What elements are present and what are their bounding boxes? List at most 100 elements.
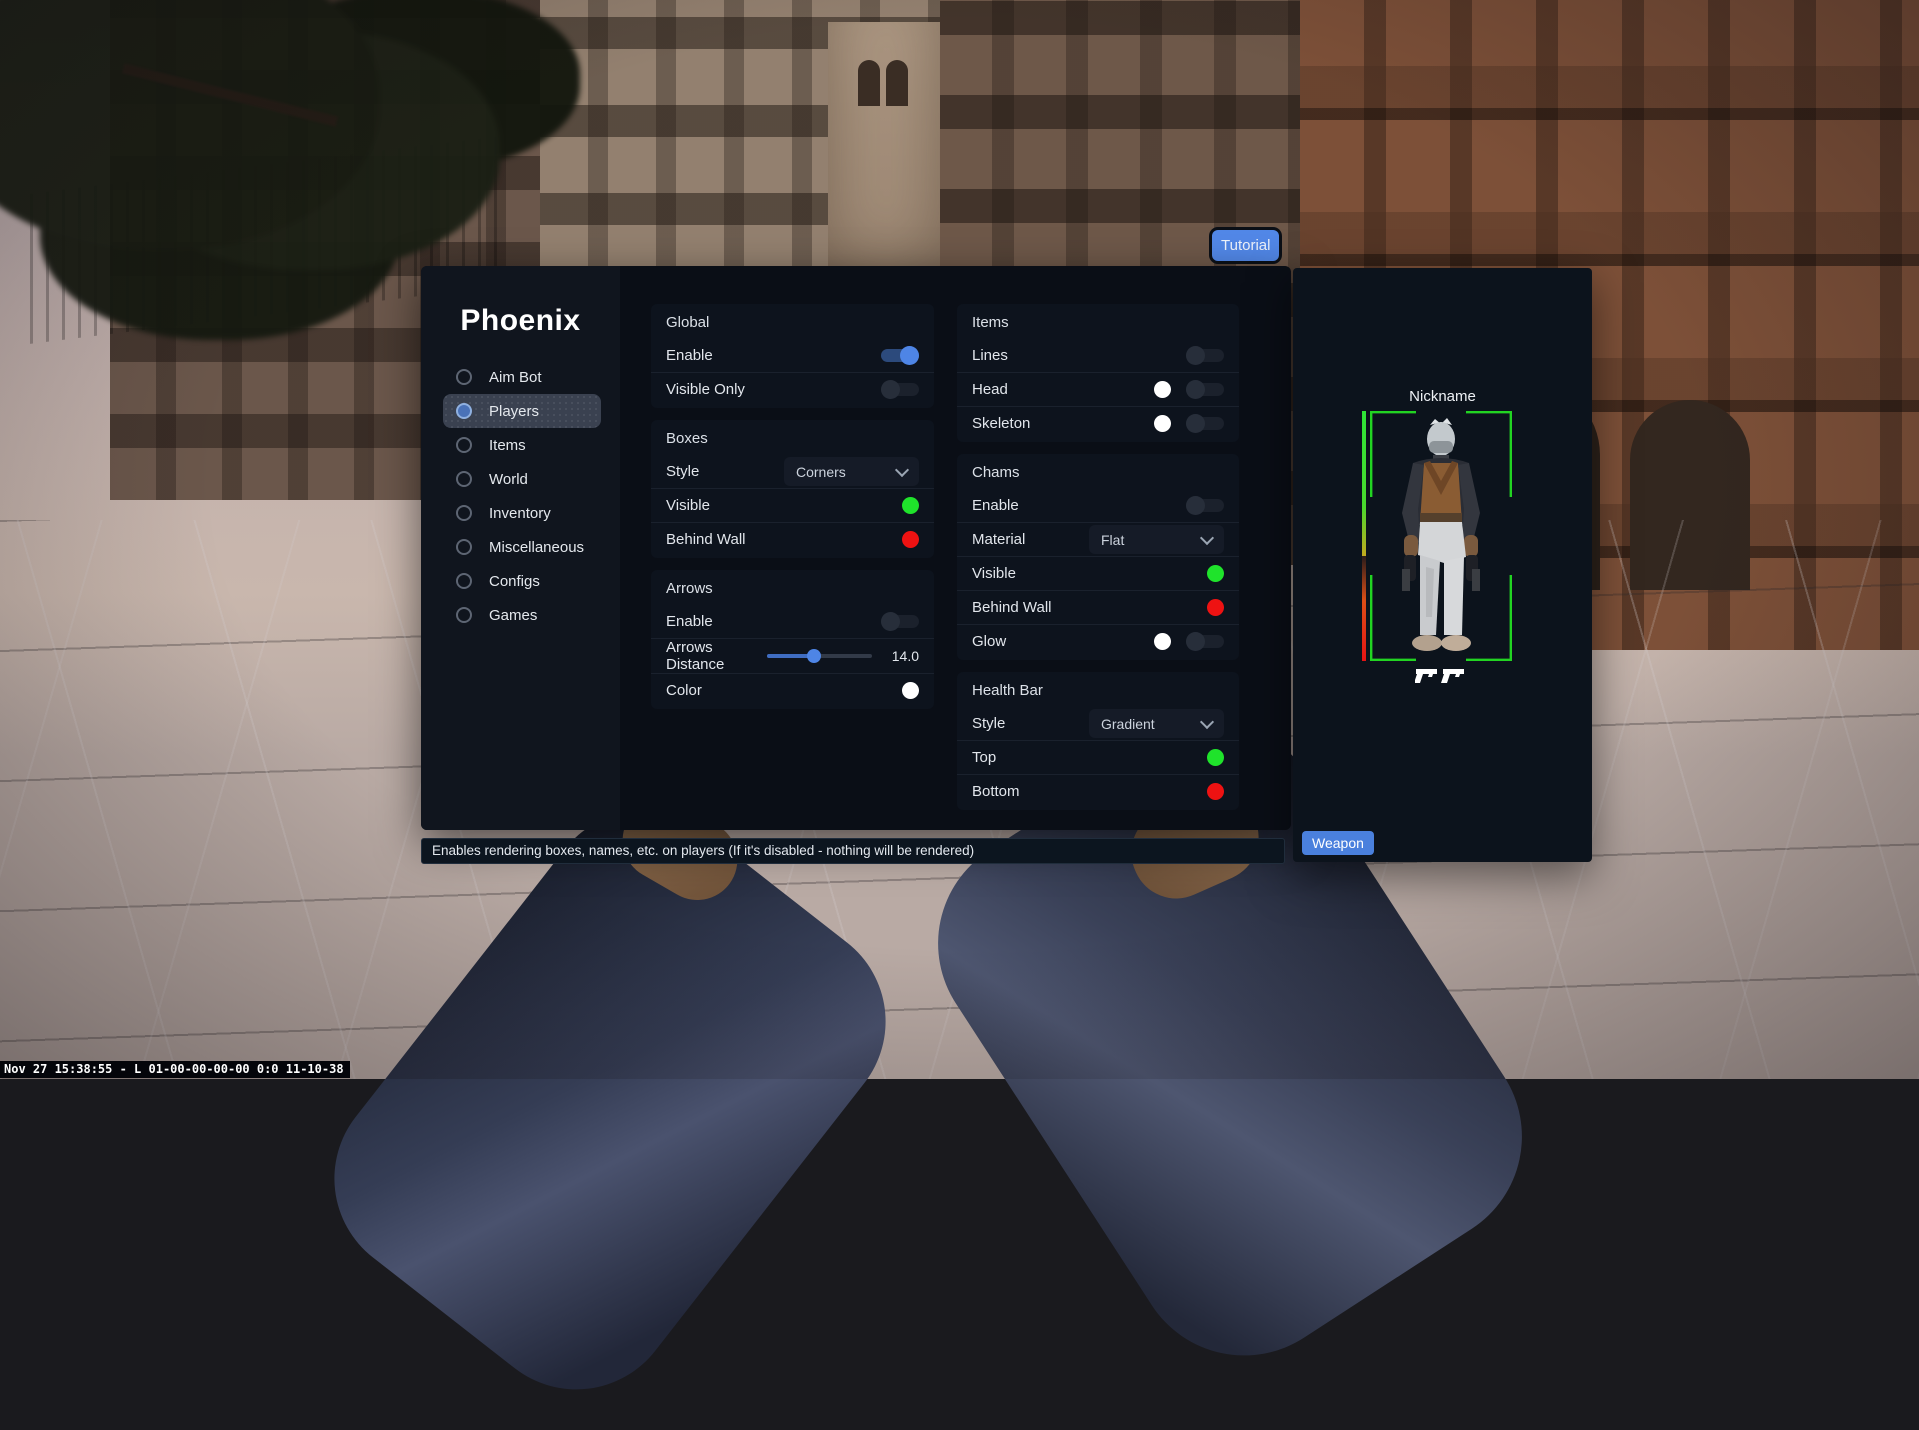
behind-wall-color-swatch[interactable] — [902, 531, 919, 548]
behind-wall-color-swatch[interactable] — [1207, 599, 1224, 616]
section-title: Health Bar — [957, 674, 1239, 707]
row-controls: 14.0 — [767, 648, 919, 664]
cheat-menu-window: Phoenix Aim Bot Players Items World Inventor… — [421, 266, 1291, 830]
row-controls — [881, 383, 919, 396]
behind-wall-label: Behind Wall — [972, 599, 1051, 616]
settings-row: Bottom — [957, 774, 1239, 808]
radio-icon — [456, 505, 472, 521]
row-controls — [1186, 499, 1224, 512]
settings-row: Head — [957, 372, 1239, 406]
skeleton-label: Skeleton — [972, 415, 1030, 432]
sidebar-item-players[interactable]: Players — [443, 394, 601, 428]
section-boxes: BoxesStyleCornersVisibleBehind Wall — [651, 420, 934, 558]
dropdown-value: Corners — [796, 464, 846, 480]
settings-row: Visible Only — [651, 372, 934, 406]
enable-toggle[interactable] — [881, 615, 919, 628]
tutorial-button[interactable]: Tutorial — [1212, 230, 1279, 261]
settings-row: Color — [651, 673, 934, 707]
sidebar-item-world[interactable]: World — [443, 462, 601, 496]
row-controls — [1154, 415, 1224, 432]
section-title: Boxes — [651, 422, 934, 455]
top-color-swatch[interactable] — [1207, 749, 1224, 766]
settings-row: StyleCorners — [651, 455, 934, 488]
menu-title: Phoenix — [421, 304, 620, 338]
bottom-color-swatch[interactable] — [1207, 783, 1224, 800]
row-controls — [1207, 599, 1224, 616]
health-bar-gradient — [1362, 411, 1366, 661]
sidebar-item-miscellaneous[interactable]: Miscellaneous — [443, 530, 601, 564]
toggle-knob — [1186, 346, 1205, 365]
toggle-knob — [1186, 414, 1205, 433]
head-color-swatch[interactable] — [1154, 381, 1171, 398]
sidebar-item-configs[interactable]: Configs — [443, 564, 601, 598]
head-toggle[interactable] — [1186, 383, 1224, 396]
settings-column-1: GlobalEnableVisible Only BoxesStyleCorner… — [651, 304, 934, 721]
sidebar-item-inventory[interactable]: Inventory — [443, 496, 601, 530]
row-controls — [1207, 565, 1224, 582]
sidebar-item-label: Aim Bot — [489, 369, 542, 386]
visible-only-toggle[interactable] — [881, 383, 919, 396]
sidebar-nav: Aim Bot Players Items World Inventory Miscell… — [421, 360, 620, 632]
style-dropdown[interactable]: Corners — [784, 457, 919, 486]
radio-icon — [456, 573, 472, 589]
row-controls — [1207, 749, 1224, 766]
section-items: ItemsLinesHead Skeleton — [957, 304, 1239, 442]
section-title: Items — [957, 306, 1239, 339]
row-controls — [881, 615, 919, 628]
radio-icon — [456, 369, 472, 385]
row-controls — [1207, 783, 1224, 800]
settings-row: Glow — [957, 624, 1239, 658]
arrows-distance-label: Arrows Distance — [666, 639, 767, 673]
color-color-swatch[interactable] — [902, 682, 919, 699]
glow-color-swatch[interactable] — [1154, 633, 1171, 650]
dropdown-value: Flat — [1101, 532, 1124, 548]
enable-label: Enable — [666, 613, 713, 630]
slider-thumb[interactable] — [807, 649, 821, 663]
esp-preview-panel: Nickname — [1293, 268, 1592, 862]
section-title: Arrows — [651, 572, 934, 605]
bottom-label: Bottom — [972, 783, 1020, 800]
sidebar-item-label: Miscellaneous — [489, 539, 584, 556]
sidebar-item-label: World — [489, 471, 528, 488]
settings-row: Lines — [957, 339, 1239, 372]
radio-icon — [456, 437, 472, 453]
toggle-knob — [881, 612, 900, 631]
enable-toggle[interactable] — [1186, 499, 1224, 512]
color-label: Color — [666, 682, 702, 699]
glow-label: Glow — [972, 633, 1006, 650]
row-controls: Corners — [784, 457, 919, 486]
visible-color-swatch[interactable] — [1207, 565, 1224, 582]
skeleton-toggle[interactable] — [1186, 417, 1224, 430]
section-title: Chams — [957, 456, 1239, 489]
toggle-knob — [1186, 632, 1205, 651]
settings-row: Skeleton — [957, 406, 1239, 440]
sidebar-item-label: Players — [489, 403, 539, 420]
chevron-down-icon — [1200, 714, 1214, 728]
settings-row: Enable — [957, 489, 1239, 522]
sidebar-item-label: Configs — [489, 573, 540, 590]
section-chams: ChamsEnableMaterialFlatVisibleBehind Wal… — [957, 454, 1239, 660]
weapon-label[interactable]: Weapon — [1302, 831, 1374, 855]
enable-label: Enable — [972, 497, 1019, 514]
style-dropdown[interactable]: Gradient — [1089, 709, 1224, 738]
sidebar-item-items[interactable]: Items — [443, 428, 601, 462]
enable-toggle[interactable] — [881, 349, 919, 362]
lines-toggle[interactable] — [1186, 349, 1224, 362]
visible-color-swatch[interactable] — [902, 497, 919, 514]
sidebar-item-aim-bot[interactable]: Aim Bot — [443, 360, 601, 394]
top-label: Top — [972, 749, 996, 766]
arrows-distance-slider[interactable] — [767, 654, 872, 658]
material-dropdown[interactable]: Flat — [1089, 525, 1224, 554]
skeleton-color-swatch[interactable] — [1154, 415, 1171, 432]
glow-toggle[interactable] — [1186, 635, 1224, 648]
section-global: GlobalEnableVisible Only — [651, 304, 934, 408]
visible-label: Visible — [666, 497, 710, 514]
row-controls — [1154, 633, 1224, 650]
section-arrows: Arrows Enable Arrows Distance14.0 Color — [651, 570, 934, 709]
settings-row: MaterialFlat — [957, 522, 1239, 556]
sidebar-item-games[interactable]: Games — [443, 598, 601, 632]
settings-row: Enable — [651, 605, 934, 638]
esp-demo — [1370, 411, 1512, 661]
radio-icon — [456, 607, 472, 623]
preview-nickname: Nickname — [1293, 388, 1592, 405]
